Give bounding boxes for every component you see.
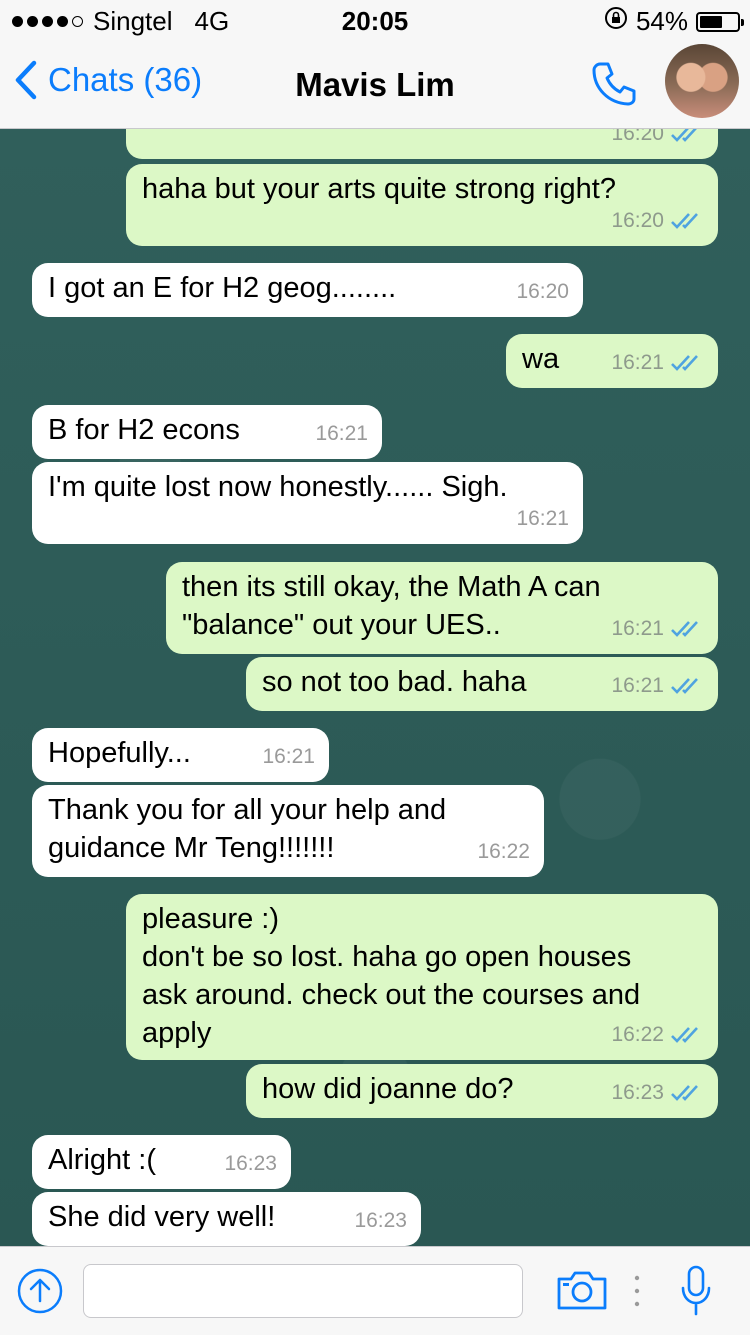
read-receipt-icon: [671, 355, 698, 371]
message-meta: 16:21: [315, 415, 368, 453]
nav-bar: Chats (36) Mavis Lim: [0, 40, 750, 129]
read-receipt-icon: [671, 1085, 698, 1101]
message-time: 16:22: [477, 840, 530, 863]
message-time: 16:20: [611, 209, 664, 232]
message-time: 16:23: [354, 1209, 407, 1232]
message-time: 16:21: [516, 507, 569, 530]
message-bubble-incoming[interactable]: B for H2 econs 16:21: [32, 405, 382, 459]
battery-icon: [696, 11, 744, 32]
message-bubble-incoming[interactable]: I got an E for H2 geog........ 16:20: [32, 263, 583, 317]
battery-percent: 54%: [635, 6, 688, 36]
message-meta: 16:22: [477, 833, 530, 871]
status-right: 54%: [604, 6, 744, 37]
message-bubble-incoming[interactable]: She did very well! 16:23: [32, 1192, 421, 1246]
message-bubble-outgoing[interactable]: wa 16:21: [506, 334, 718, 388]
message-text: I got an E for H2 geog........: [48, 272, 397, 304]
message-bubble-outgoing[interactable]: pleasure :) don't be so lost. haha go op…: [126, 894, 718, 1060]
rotation-lock-icon: [604, 6, 628, 37]
message-meta: 16:23: [611, 1074, 704, 1112]
message-meta: 16:21: [611, 667, 704, 705]
message-time: 16:23: [611, 1081, 664, 1104]
read-receipt-icon: [671, 1027, 698, 1043]
camera-icon: [557, 1271, 607, 1310]
message-meta: 16:21: [262, 738, 315, 776]
chat-area[interactable]: 16:20 haha but your arts quite strong ri…: [0, 129, 750, 1246]
read-receipt-icon: [671, 129, 697, 142]
message-bubble-outgoing[interactable]: so not too bad. haha 16:21: [246, 657, 718, 711]
message-time: 16:21: [611, 674, 664, 697]
voice-record-button[interactable]: [680, 1264, 712, 1323]
read-receipt-icon: [671, 213, 698, 229]
message-meta: 16:21: [611, 344, 704, 382]
message-text: I'm quite lost now honestly...... Sigh.: [48, 471, 508, 503]
read-receipt-icon: [671, 621, 698, 637]
message-time: 16:23: [224, 1152, 277, 1175]
message-time: 16:20: [611, 129, 664, 145]
message-bubble-outgoing[interactable]: 16:20: [126, 129, 718, 159]
separator-dots-icon: [633, 1273, 641, 1314]
message-meta: 16:20: [611, 202, 704, 240]
message-input[interactable]: [83, 1264, 523, 1318]
message-bubble-incoming[interactable]: Alright :( 16:23: [32, 1135, 291, 1189]
status-bar: Singtel 4G 20:05 54%: [0, 0, 750, 40]
message-bubble-outgoing[interactable]: how did joanne do? 16:23: [246, 1064, 718, 1118]
call-button[interactable]: [588, 58, 640, 115]
message-meta: 16:20: [611, 129, 704, 153]
message-time: 16:20: [516, 280, 569, 303]
phone-icon: [592, 62, 636, 106]
message-time: 16:21: [315, 422, 368, 445]
microphone-icon: [681, 1265, 711, 1316]
contact-avatar[interactable]: [665, 44, 739, 118]
message-bubble-incoming[interactable]: I'm quite lost now honestly...... Sigh. …: [32, 462, 583, 544]
message-text: She did very well!: [48, 1201, 276, 1233]
message-time: 16:21: [611, 351, 664, 374]
camera-button[interactable]: [556, 1269, 608, 1316]
read-receipt-icon: [671, 678, 698, 694]
message-bubble-outgoing[interactable]: then its still okay, the Math A can "bal…: [166, 562, 718, 654]
message-meta: 16:20: [516, 273, 569, 311]
message-time: 16:22: [611, 1023, 664, 1046]
message-time: 16:21: [611, 617, 664, 640]
message-text: Thank you for all your help and guidance…: [48, 794, 447, 864]
message-input-bar: [0, 1246, 750, 1335]
message-meta: 16:22: [611, 1016, 704, 1054]
message-meta: 16:23: [354, 1202, 407, 1240]
message-bubble-outgoing[interactable]: haha but your arts quite strong right? 1…: [126, 164, 718, 246]
message-bubble-incoming[interactable]: Thank you for all your help and guidance…: [32, 785, 544, 877]
share-button[interactable]: [16, 1267, 64, 1320]
message-bubble-incoming[interactable]: Hopefully... 16:21: [32, 728, 329, 782]
message-meta: 16:21: [611, 610, 704, 648]
message-meta: 16:21: [516, 500, 569, 538]
upload-arrow-icon: [17, 1268, 63, 1314]
message-time: 16:21: [262, 745, 315, 768]
message-meta: 16:23: [224, 1145, 277, 1183]
